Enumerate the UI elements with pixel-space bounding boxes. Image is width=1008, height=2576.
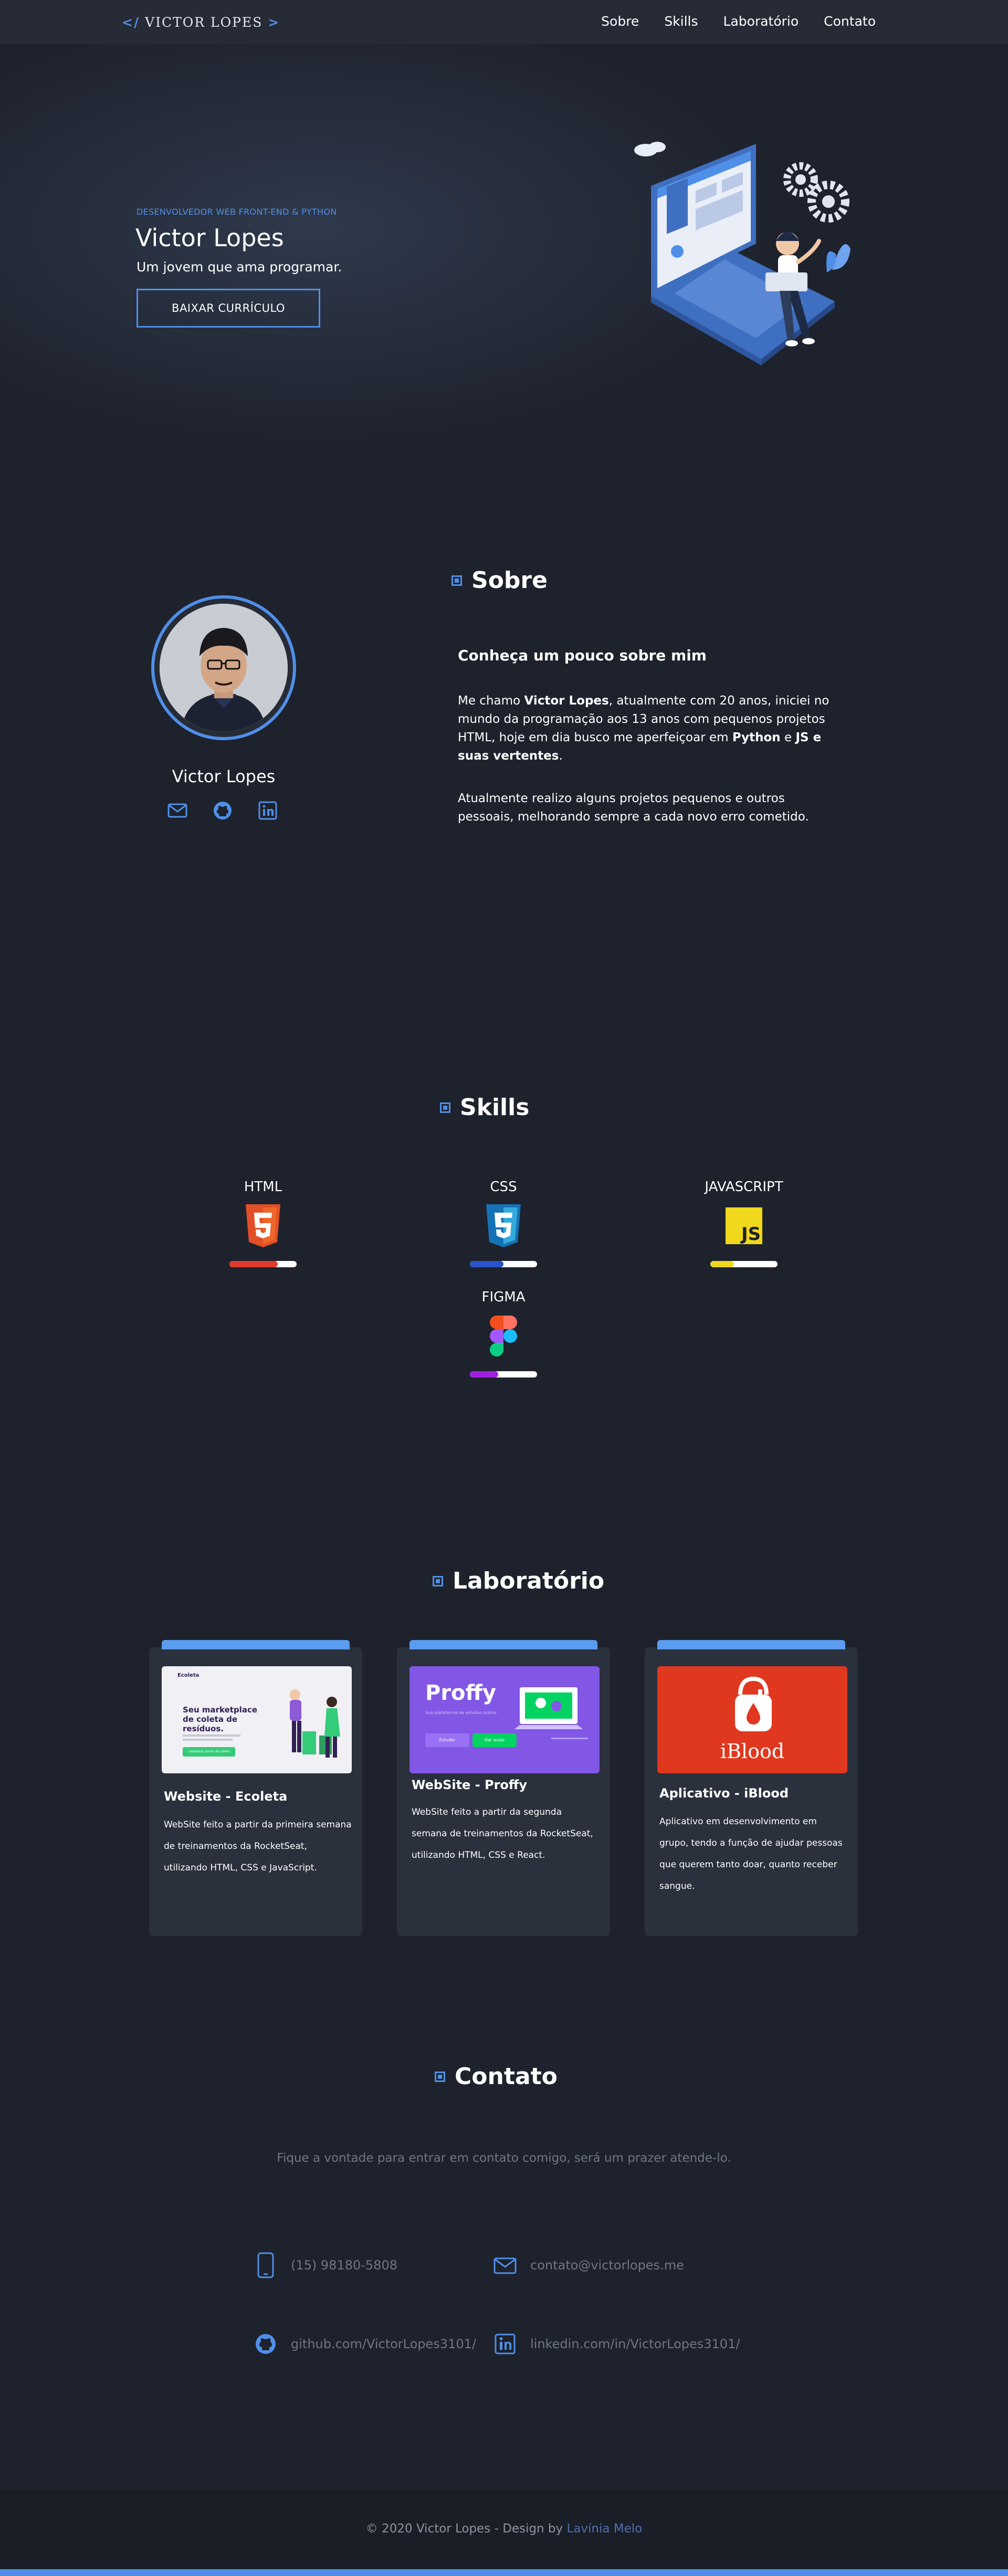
about-paragraph-2: Atualmente realizo alguns projetos peque… <box>458 792 809 824</box>
phone-icon <box>257 2252 274 2278</box>
github-icon <box>256 2334 276 2354</box>
linkedin-icon <box>495 2333 516 2354</box>
skill-html: HTML <box>218 1179 308 1267</box>
hero-section: DESENVOLVEDOR WEB FRONT-END & PYTHON Vic… <box>0 44 1008 448</box>
skill-css: CSS <box>459 1179 548 1267</box>
linkedin-icon[interactable] <box>257 800 278 821</box>
skill-level-fill <box>710 1261 734 1267</box>
css3-icon <box>486 1204 521 1247</box>
project-description: Aplicativo em desenvolvimento em grupo, … <box>659 1816 843 1891</box>
footer-text: © 2020 Victor Lopes - Design by Lavínia … <box>365 2522 643 2536</box>
skill-level-bar <box>229 1261 297 1267</box>
section-title-laboratorio: Laboratório <box>433 1568 604 1594</box>
hero-title: Victor Lopes <box>135 224 284 252</box>
project-thumbnail-proffy: Proffy Sua plataforma de estudos online.… <box>410 1666 600 1773</box>
bottom-accent-bar <box>0 2569 1008 2576</box>
nav-links: Sobre Skills Laboratório Contato <box>601 14 876 29</box>
logo-text: Victor Lopes <box>145 15 263 30</box>
project-title: WebSite - Proffy <box>412 1778 528 1792</box>
section-title-contato: Contato <box>435 2063 558 2090</box>
html5-icon <box>246 1204 280 1247</box>
project-card-proffy[interactable]: Proffy Sua plataforma de estudos online.… <box>397 1640 610 1936</box>
social-icons <box>167 800 278 821</box>
hero-description: Um jovem que ama programar. <box>136 259 342 275</box>
logo-bracket-open: </ <box>122 15 140 30</box>
laptop-developer-illustration <box>634 142 850 365</box>
section-marker-icon <box>435 2071 445 2082</box>
project-description: WebSite feito a partir da primeira seman… <box>164 1820 352 1873</box>
skill-level-bar <box>470 1371 537 1378</box>
project-thumbnail-ecoleta: Ecoleta Seu marketplace de coleta de res… <box>162 1666 352 1773</box>
section-marker-icon <box>452 575 462 586</box>
contact-intro: Fique a vontade para entrar em contato c… <box>277 2151 731 2165</box>
top-navbar: </ Victor Lopes > Sobre Skills Laboratór… <box>0 0 1008 44</box>
nav-link-sobre[interactable]: Sobre <box>601 14 639 29</box>
site-logo[interactable]: </ Victor Lopes > <box>122 15 280 30</box>
footer: © 2020 Victor Lopes - Design by Lavínia … <box>0 2490 1008 2569</box>
contact-phone[interactable]: (15) 98180-5808 <box>254 2252 397 2278</box>
project-card-iblood[interactable]: iBlood Aplicativo - iBlood Aplicativo em… <box>645 1640 858 1936</box>
avatar <box>151 595 296 740</box>
project-thumbnail-iblood: iBlood <box>657 1666 847 1773</box>
skill-level-bar <box>470 1261 537 1267</box>
javascript-icon: JS <box>726 1207 762 1245</box>
section-marker-icon <box>440 1102 450 1113</box>
mail-icon[interactable] <box>167 800 188 821</box>
profile-name: Victor Lopes <box>172 766 276 786</box>
project-card-ecoleta[interactable]: Ecoleta Seu marketplace de coleta de res… <box>149 1640 362 1936</box>
nav-link-contato[interactable]: Contato <box>824 14 876 29</box>
logo-bracket-close: > <box>268 15 280 30</box>
github-icon[interactable] <box>212 800 233 821</box>
skill-level-fill <box>470 1261 503 1267</box>
contact-email[interactable]: contato@victorlopes.me <box>494 2252 684 2278</box>
section-title-sobre: Sobre <box>452 567 548 594</box>
card-top-tab <box>410 1640 597 1649</box>
card-top-tab <box>657 1640 845 1649</box>
project-title: Website - Ecoleta <box>164 1789 288 1804</box>
nav-link-laboratorio[interactable]: Laboratório <box>723 14 799 29</box>
designer-link[interactable]: Lavínia Melo <box>566 2522 642 2536</box>
skill-level-fill <box>470 1371 498 1378</box>
section-marker-icon <box>433 1575 443 1586</box>
project-title: Aplicativo - iBlood <box>659 1786 789 1801</box>
profile-photo <box>160 604 288 732</box>
svg-text:JS: JS <box>740 1224 761 1245</box>
skill-level-fill <box>229 1261 278 1267</box>
section-title-skills: Skills <box>440 1094 529 1121</box>
figma-icon <box>490 1316 517 1357</box>
about-heading: Conheça um pouco sobre mim <box>458 647 707 664</box>
about-paragraph-1: Me chamo Victor Lopes, atualmente com 20… <box>458 694 830 763</box>
project-description: WebSite feito a partir da segunda semana… <box>412 1807 593 1860</box>
skill-figma: FIGMA <box>459 1289 548 1378</box>
mail-icon <box>494 2257 517 2274</box>
skill-javascript: JAVASCRIPT JS <box>699 1179 789 1267</box>
card-top-tab <box>162 1640 350 1649</box>
download-cv-button[interactable]: BAIXAR CURRÍCULO <box>136 289 320 328</box>
nav-link-skills[interactable]: Skills <box>664 14 698 29</box>
hero-subtitle: DESENVOLVEDOR WEB FRONT-END & PYTHON <box>136 207 337 217</box>
contact-linkedin[interactable]: linkedin.com/in/VictorLopes3101/ <box>494 2331 740 2357</box>
contact-github[interactable]: github.com/VictorLopes3101/ <box>254 2331 476 2357</box>
skill-level-bar <box>710 1261 778 1267</box>
